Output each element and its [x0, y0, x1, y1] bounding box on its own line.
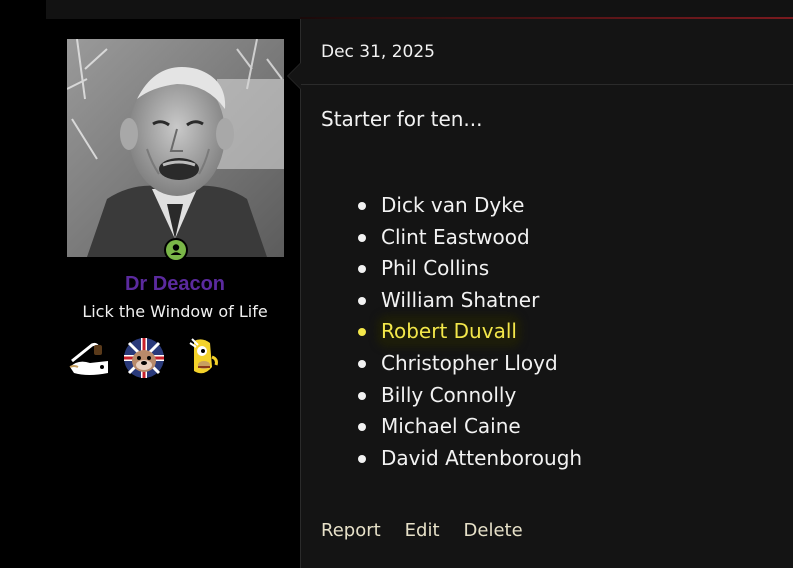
message-pointer-arrow-fill	[288, 63, 301, 89]
list-item-text: William Shatner	[381, 287, 540, 312]
list-item-text: Clint Eastwood	[381, 224, 530, 249]
online-status-icon	[164, 238, 188, 262]
bullet-icon	[358, 359, 366, 368]
bullet-icon	[358, 233, 366, 242]
list-item: Michael Caine	[357, 411, 582, 443]
post-actions: Report Edit Delete	[321, 519, 523, 543]
list-item-text: Dick van Dyke	[381, 193, 525, 217]
list-item: Christopher Lloyd	[357, 348, 582, 380]
bullet-icon	[358, 454, 366, 463]
list-item-text: Robert Duvall	[381, 319, 517, 344]
header-divider	[301, 84, 793, 85]
post-intro-text: Starter for ten...	[321, 107, 483, 131]
bullet-icon	[358, 265, 366, 274]
edit-link[interactable]: Edit	[405, 519, 440, 543]
avatar[interactable]	[67, 39, 284, 257]
list-item: David Attenborough	[357, 443, 582, 475]
bullet-icon	[358, 202, 366, 210]
list-item: Phil Collins	[357, 253, 582, 285]
bullet-icon	[358, 391, 366, 400]
bullet-icon	[358, 423, 366, 432]
list-item-text: David Attenborough	[381, 445, 583, 470]
list-item-highlighted: Robert Duvall	[357, 316, 582, 348]
names-list: Dick van Dyke Clint Eastwood Phil Collin…	[357, 190, 582, 474]
report-link[interactable]: Report	[321, 519, 381, 543]
post-date[interactable]: Dec 31, 2025	[321, 41, 435, 63]
list-item: Clint Eastwood	[357, 222, 582, 254]
forum-post-page: Dr Deacon Lick the Window of Life Dec 31…	[0, 0, 793, 568]
user-title: Lick the Window of Life	[82, 302, 268, 321]
cartoon-face-trophy-icon[interactable]	[182, 337, 224, 379]
list-item: Dick van Dyke	[357, 190, 582, 222]
user-name[interactable]: Dr Deacon	[0, 271, 350, 297]
bullet-icon	[358, 296, 366, 305]
list-item-text: Phil Collins	[381, 256, 490, 281]
delete-link[interactable]: Delete	[464, 519, 523, 543]
avatar-image	[67, 39, 284, 257]
list-item: William Shatner	[357, 285, 582, 317]
bulldog-union-jack-trophy-icon[interactable]	[123, 337, 165, 379]
message-panel: Dec 31, 2025 Starter for ten... Dick van…	[300, 19, 793, 568]
list-item-text: Michael Caine	[381, 414, 521, 439]
bullet-icon	[358, 328, 366, 337]
list-item-text: Billy Connolly	[381, 382, 517, 407]
list-item-text: Christopher Lloyd	[381, 350, 558, 375]
list-item: Billy Connolly	[357, 380, 582, 412]
user-sidebar: Dr Deacon Lick the Window of Life	[0, 19, 300, 568]
pipe-smoker-trophy-icon[interactable]	[68, 337, 110, 379]
